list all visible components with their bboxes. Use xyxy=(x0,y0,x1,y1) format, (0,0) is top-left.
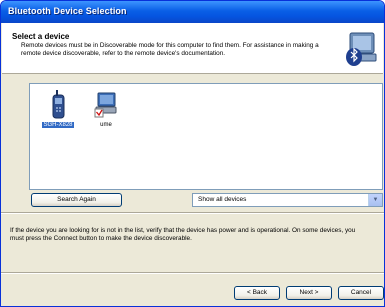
header-subtitle: Remote devices must be in Discoverable m… xyxy=(21,42,319,57)
title-bar[interactable]: Bluetooth Device Selection xyxy=(1,1,384,23)
dialog-window: Bluetooth Device Selection Select a devi… xyxy=(0,0,385,307)
phone-icon xyxy=(52,90,65,119)
chevron-down-icon[interactable]: ▼ xyxy=(368,194,382,206)
list-item[interactable]: ume xyxy=(81,90,131,128)
wizard-header: Select a device Remote devices must be i… xyxy=(2,23,383,74)
device-filter-value: Show all devices xyxy=(198,196,247,203)
device-filter-select[interactable]: Show all devices ▼ xyxy=(192,193,383,207)
cancel-button[interactable]: Cancel xyxy=(338,286,384,300)
list-item[interactable]: SGH-X828 xyxy=(33,90,83,128)
device-label: ume xyxy=(100,122,112,128)
back-button[interactable]: < Back xyxy=(234,286,280,300)
divider xyxy=(1,272,384,274)
computer-icon xyxy=(94,92,117,118)
window-title: Bluetooth Device Selection xyxy=(8,6,127,16)
search-again-button[interactable]: Search Again xyxy=(31,193,122,207)
device-list[interactable]: SGH-X828 ume xyxy=(29,83,383,190)
divider xyxy=(1,212,384,214)
info-text: If the device you are looking for is not… xyxy=(10,227,356,242)
bluetooth-computer-icon xyxy=(346,32,377,66)
next-button[interactable]: Next > xyxy=(286,286,332,300)
device-label: SGH-X828 xyxy=(42,122,74,128)
header-title: Select a device xyxy=(12,32,70,41)
